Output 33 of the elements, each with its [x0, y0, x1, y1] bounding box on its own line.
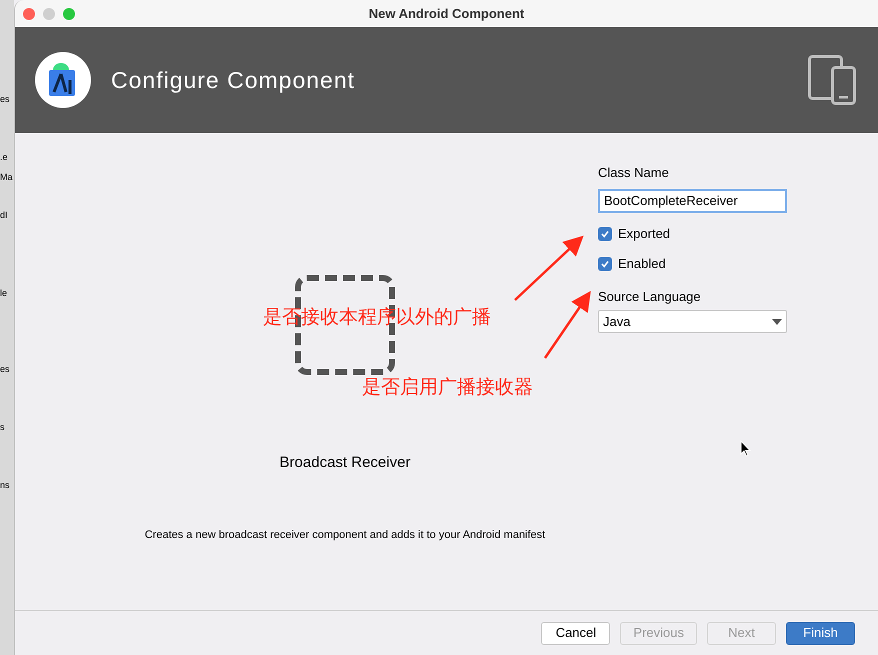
checkbox[interactable]: [598, 256, 612, 270]
background-text: .e: [0, 151, 9, 164]
class-name-field[interactable]: BootCompleteReceiver: [598, 188, 787, 212]
dialog-button[interactable]: Finish: [786, 622, 855, 644]
checkmark-icon: [600, 258, 610, 268]
checkbox-label: Enabled: [618, 254, 666, 273]
annotation-text: 是否启用广播接收器: [362, 375, 533, 400]
annotation-text: 是否接收本程序以外的广播: [263, 305, 491, 330]
header-title: Configure Component: [111, 66, 356, 95]
background-text: Ma: [0, 171, 14, 184]
background-text: ns: [0, 479, 11, 492]
background-text: s: [0, 421, 6, 434]
field-label: Class Name: [598, 164, 670, 182]
component-description: Creates a new broadcast receiver component and adds it to your Android manifest: [144, 528, 546, 542]
window-title: New Android Component: [368, 4, 524, 23]
close-button[interactable]: [23, 8, 35, 20]
zoom-button[interactable]: [63, 8, 75, 20]
checkbox-label: Exported: [618, 224, 670, 243]
mouse-cursor-icon: [740, 440, 751, 457]
android-studio-logo-icon: [35, 52, 91, 108]
dialog-button[interactable]: Cancel: [541, 622, 610, 644]
minimize-button[interactable]: [43, 8, 55, 20]
checkbox[interactable]: [598, 226, 612, 240]
component-name: Broadcast Receiver: [280, 453, 410, 473]
field-label: Source Language: [598, 288, 702, 306]
checkmark-icon: [600, 228, 610, 238]
background-text: dI: [0, 209, 9, 222]
tablet-and-phone-icon: [808, 55, 856, 105]
background-text: es: [0, 363, 11, 376]
caret-icon: [772, 318, 782, 324]
background-text: le: [0, 287, 8, 300]
language-dropdown[interactable]: Java: [598, 310, 787, 333]
background-text: es: [0, 93, 11, 106]
